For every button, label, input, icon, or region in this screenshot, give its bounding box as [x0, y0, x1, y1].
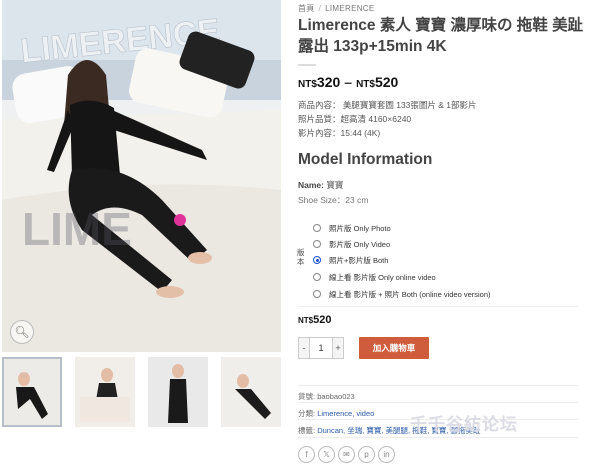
price-min: 320 — [316, 74, 341, 90]
radio-button[interactable] — [313, 273, 321, 281]
options-divider — [298, 306, 578, 307]
product-title: Limerence 素人 寶寶 濃厚味の 拖鞋 美趾露出 133p+15min … — [298, 17, 584, 55]
spec-line: 商品內容： 美腿寶寶套圖 133張圖片 & 1部影片 — [298, 100, 477, 110]
linkedin-icon[interactable]: in — [378, 446, 395, 463]
selected-price: NT$520 — [298, 314, 331, 326]
model-name-value: 寶寶 — [326, 180, 344, 190]
model-name-label: Name: — [298, 180, 324, 190]
thumbnail-2[interactable] — [75, 357, 135, 427]
variant-option-label: 照片+影片版 Both — [329, 255, 389, 265]
radio-button[interactable] — [313, 290, 321, 298]
variant-option-label: 影片版 Only Video — [329, 239, 391, 249]
product-photo: LIMERENCE LIME — [2, 0, 281, 352]
variant-option-label: 線上看 影片版 Only online video — [329, 272, 436, 282]
radio-button-checked[interactable] — [313, 256, 321, 264]
variant-option-label: 照片版 Only Photo — [329, 223, 391, 233]
spec-line: 影片內容：15:44 (4K) — [298, 128, 381, 138]
quantity-stepper: - 1 + — [298, 337, 344, 359]
variant-option-selected[interactable]: 照片+影片版 Both — [313, 254, 388, 266]
variant-label: 版本 — [297, 248, 305, 266]
add-to-cart-button[interactable]: 加入購物車 — [359, 337, 429, 359]
social-share: f 𝕏 ✉ p in — [298, 446, 395, 463]
meta-divider — [298, 402, 578, 403]
quantity-plus-button[interactable]: + — [332, 337, 344, 359]
quantity-minus-button[interactable]: - — [298, 337, 310, 359]
sku-row: 貨號: baobao023 — [298, 391, 355, 402]
variant-option[interactable]: 照片版 Only Photo — [313, 222, 391, 234]
selected-price-value: 520 — [313, 314, 332, 326]
twitter-icon[interactable]: 𝕏 — [318, 446, 335, 463]
thumbnail-4[interactable] — [221, 357, 281, 427]
selected-price-currency: NT$ — [298, 316, 314, 325]
thumbnail-strip — [2, 357, 281, 429]
breadcrumb-category-link[interactable]: LIMERENCE — [325, 4, 374, 13]
price-dash: – — [344, 74, 353, 90]
title-divider — [298, 64, 316, 66]
product-main-image[interactable]: LIMERENCE LIME 🔍︎ — [2, 0, 281, 352]
facebook-icon[interactable]: f — [298, 446, 315, 463]
price-min-currency: NT$ — [298, 79, 317, 90]
price-range: NT$320– NT$520 — [298, 74, 398, 90]
thumbnail-1[interactable] — [2, 357, 62, 427]
tags-label: 標籤: — [298, 426, 316, 435]
category-row: 分類: Limerence, video — [298, 408, 374, 419]
svg-text:LIME: LIME — [22, 203, 132, 255]
meta-divider — [298, 437, 578, 438]
variant-option[interactable]: 線上看 影片版 Only online video — [313, 271, 436, 283]
variant-option[interactable]: 線上看 影片版 + 照片 Both (online video version) — [313, 288, 491, 300]
breadcrumb-separator: / — [318, 4, 322, 13]
zoom-icon[interactable]: 🔍︎ — [10, 320, 34, 344]
category-links[interactable]: Limerence, video — [317, 409, 374, 418]
model-info-heading: Model Information — [298, 151, 433, 168]
variant-option[interactable]: 影片版 Only Video — [313, 238, 390, 250]
sku-value: baobao023 — [317, 392, 355, 401]
forum-watermark: 千千谷紡论坛 — [410, 415, 518, 434]
variant-option-label: 線上看 影片版 + 照片 Both (online video version) — [329, 289, 491, 299]
radio-button[interactable] — [313, 240, 321, 248]
sku-label: 貨號: — [298, 392, 316, 401]
spec-line: 照片品質：超高清 4160×6240 — [298, 114, 412, 124]
quantity-input[interactable]: 1 — [310, 337, 332, 359]
category-label: 分類: — [298, 409, 316, 418]
price-max: 520 — [374, 74, 399, 90]
meta-divider — [298, 385, 578, 386]
price-max-currency: NT$ — [356, 79, 375, 90]
breadcrumb: 首頁 / LIMERENCE — [298, 3, 375, 14]
shoe-size: Shoe Size：23 cm — [298, 195, 369, 205]
product-specs: 商品內容： 美腿寶寶套圖 133張圖片 & 1部影片 照片品質：超高清 4160… — [298, 98, 477, 140]
radio-button[interactable] — [313, 224, 321, 232]
model-name: Name: 寶寶 — [298, 179, 343, 191]
breadcrumb-home-link[interactable]: 首頁 — [298, 4, 315, 13]
pinterest-icon[interactable]: p — [358, 446, 375, 463]
thumbnail-3[interactable] — [148, 357, 208, 427]
email-icon[interactable]: ✉ — [338, 446, 355, 463]
